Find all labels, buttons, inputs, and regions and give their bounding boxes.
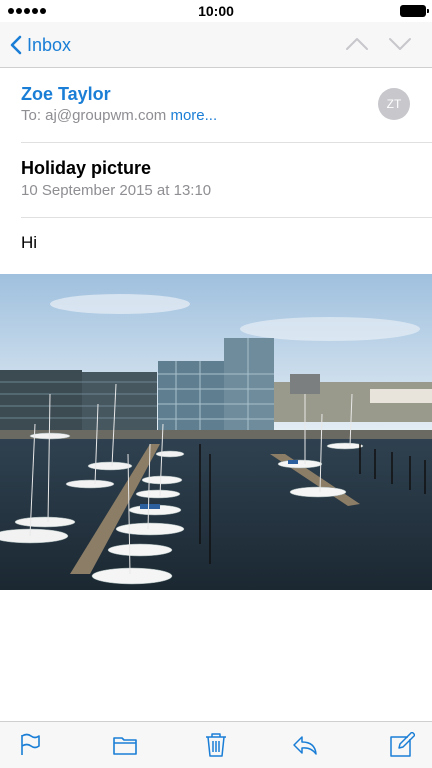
status-time: 10:00 <box>198 3 234 19</box>
divider <box>21 142 432 143</box>
toolbar <box>0 721 432 768</box>
compose-icon[interactable] <box>389 732 415 758</box>
subject-block: Holiday picture 10 September 2015 at 13:… <box>0 144 432 217</box>
harbour-photo[interactable] <box>0 274 432 590</box>
recipient-line: To: aj@groupwm.com more... <box>21 107 217 124</box>
chevron-up-icon[interactable] <box>345 34 369 54</box>
folder-icon[interactable] <box>112 732 138 758</box>
divider <box>21 217 432 218</box>
back-button-label: Inbox <box>27 34 72 55</box>
battery-icon <box>400 5 429 17</box>
chevron-left-icon <box>10 35 22 55</box>
chevron-down-icon[interactable] <box>388 34 412 54</box>
message-header: Zoe Taylor To: aj@groupwm.com more... ZT <box>0 68 432 143</box>
back-button[interactable]: Inbox <box>10 31 71 59</box>
trash-icon[interactable] <box>203 732 229 758</box>
message-date: 10 September 2015 at 13:10 <box>21 182 212 199</box>
nav-bar: Inbox <box>0 22 432 68</box>
sender-name[interactable]: Zoe Taylor <box>21 84 111 105</box>
message-subject: Holiday picture <box>21 158 152 178</box>
avatar[interactable]: ZT <box>378 88 410 120</box>
flag-icon[interactable] <box>17 732 43 758</box>
reply-icon[interactable] <box>292 732 318 758</box>
recipient-text: To: aj@groupwm.com <box>21 107 171 124</box>
more-link[interactable]: more... <box>170 107 217 124</box>
message-body: Hi <box>21 233 38 252</box>
status-bar: 10:00 <box>0 0 432 22</box>
